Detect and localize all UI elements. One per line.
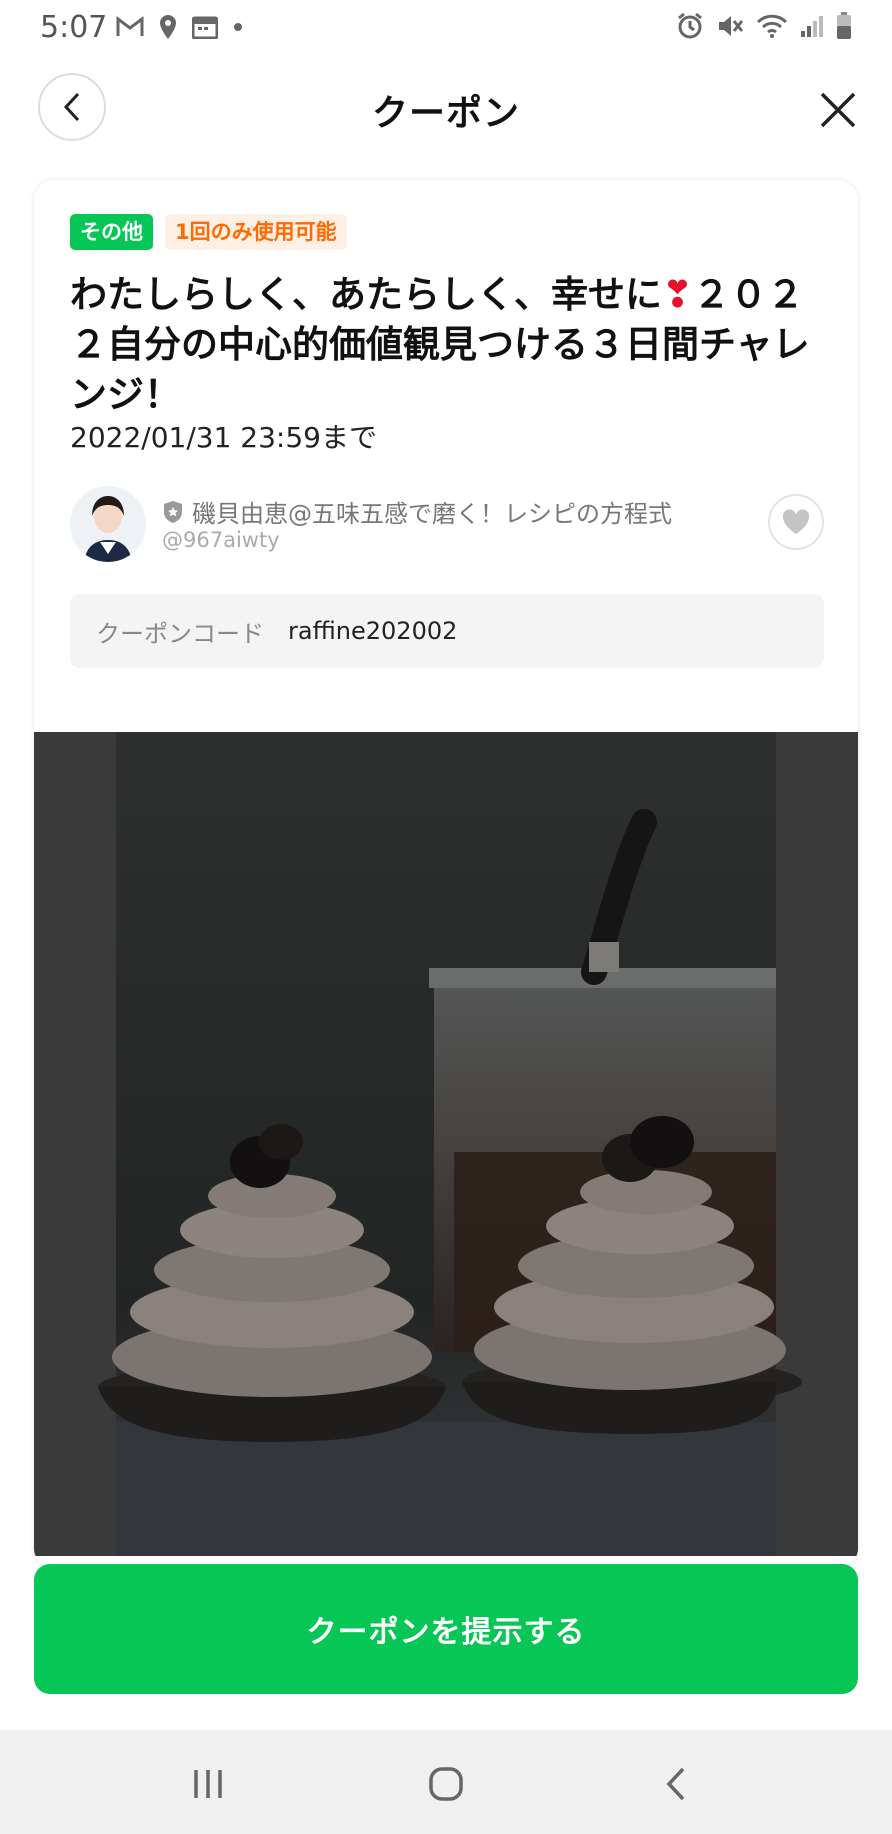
coupon-code-box: クーポンコード raffine202002 <box>70 594 824 668</box>
status-bar: 5:07 <box>0 0 892 56</box>
coupon-code-value: raffine202002 <box>288 617 458 645</box>
like-button[interactable] <box>768 494 824 550</box>
verified-shield-icon <box>164 500 182 523</box>
coupon-title-part1: わたしらしく、あたらしく、幸せに <box>70 273 662 316</box>
author-name[interactable]: 磯貝由恵@五味五感で磨く！レシピの方程式 <box>162 494 672 529</box>
calendar-icon <box>192 16 218 39</box>
dessert-photo <box>34 732 858 1556</box>
home-button[interactable] <box>418 1756 474 1812</box>
tag-list: その他 1回のみ使用可能 <box>70 214 347 250</box>
location-icon <box>160 15 176 39</box>
nav-back-button[interactable] <box>648 1756 704 1812</box>
coupon-title: わたしらしく、あたらしく、幸せに❣２０２２自分の中心的価値観見つける３日間チャレ… <box>70 270 830 420</box>
coupon-card: その他 1回のみ使用可能 わたしらしく、あたらしく、幸せに❣２０２２自分の中心的… <box>34 180 858 1568</box>
page-title: クーポン <box>371 93 520 134</box>
avatar-image <box>70 486 146 562</box>
navigation-bar <box>0 1730 892 1834</box>
mute-icon <box>719 16 744 36</box>
back-icon <box>666 1767 685 1801</box>
category-tag: その他 <box>70 214 153 250</box>
home-icon <box>429 1767 463 1801</box>
avatar[interactable] <box>70 486 146 562</box>
author-id: @967aiwty <box>162 528 280 552</box>
signal-icon <box>801 16 823 37</box>
content-area: その他 1回のみ使用可能 わたしらしく、あたらしく、幸せに❣２０２２自分の中心的… <box>0 156 892 1730</box>
present-coupon-button[interactable]: クーポンを提示する <box>34 1564 858 1694</box>
header: クーポン <box>0 56 892 156</box>
coupon-code-label: クーポンコード <box>96 619 264 648</box>
heart-icon <box>782 509 810 534</box>
recent-apps-button[interactable] <box>180 1756 236 1812</box>
alarm-icon <box>678 12 702 39</box>
heart-exclamation-icon: ❣ <box>662 273 694 316</box>
usage-limit-tag: 1回のみ使用可能 <box>165 214 347 250</box>
status-time: 5:07 <box>40 10 108 45</box>
battery-icon <box>837 12 851 39</box>
wifi-icon <box>756 14 788 38</box>
expiry-date: 2022/01/31 23:59まで <box>70 421 377 454</box>
dot-icon <box>234 23 242 31</box>
gmail-icon <box>116 16 144 36</box>
coupon-image <box>34 732 858 1556</box>
recent-apps-icon <box>194 1770 222 1798</box>
author-name-text: 磯貝由恵@五味五感で磨く！レシピの方程式 <box>192 500 672 528</box>
close-button[interactable] <box>818 90 858 130</box>
close-icon <box>820 92 856 128</box>
